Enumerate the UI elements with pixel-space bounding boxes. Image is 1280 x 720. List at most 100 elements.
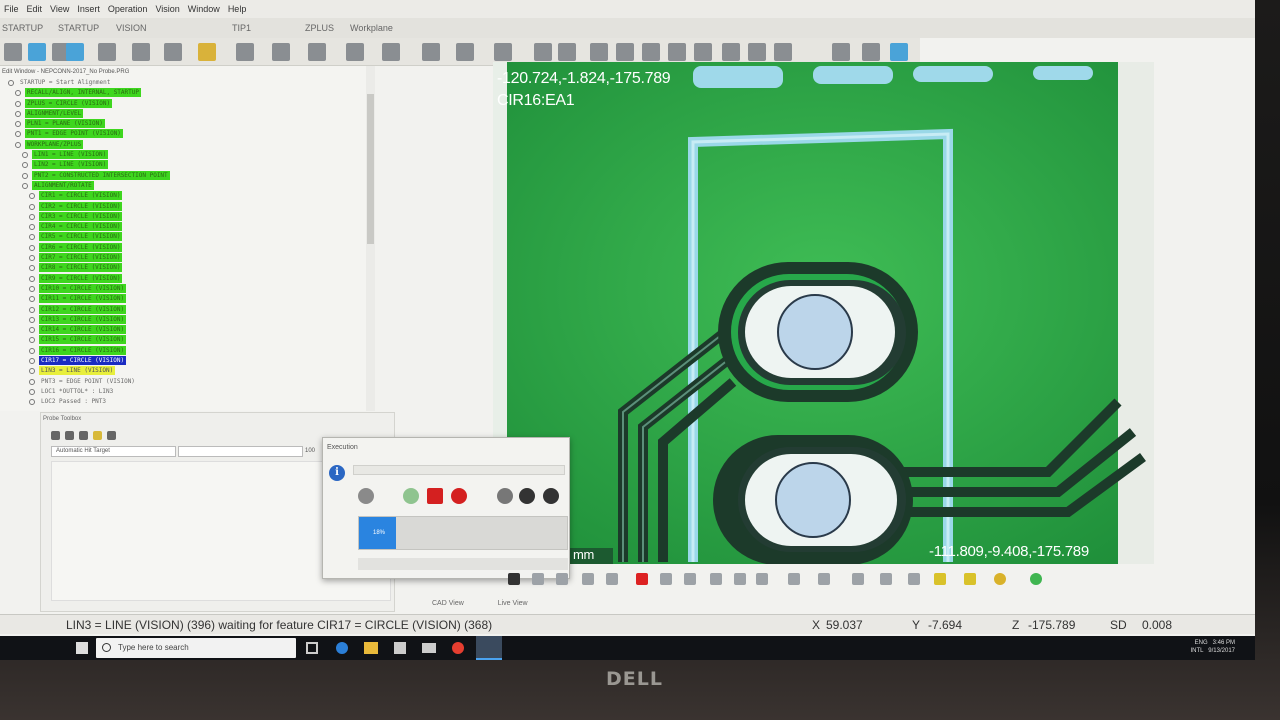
node-icon[interactable] <box>15 141 21 148</box>
continue-button[interactable] <box>403 488 419 504</box>
windows-start-icon[interactable] <box>76 642 88 654</box>
node-icon[interactable] <box>29 368 35 375</box>
probe-icon-2[interactable] <box>65 431 74 440</box>
last-icon[interactable] <box>606 573 618 585</box>
tree-item[interactable]: PNT2 = CONSTRUCTED INTERSECTION POINT <box>0 170 374 181</box>
menu-view[interactable]: View <box>50 4 69 18</box>
node-icon[interactable] <box>29 234 35 241</box>
tree-item[interactable]: LOC1 *OUTTOL* : LIN3 <box>0 387 374 397</box>
stop-button[interactable] <box>427 488 443 504</box>
window-icon[interactable] <box>832 43 850 61</box>
node-icon[interactable] <box>29 347 35 354</box>
rewind-icon[interactable] <box>556 573 568 585</box>
store-icon[interactable] <box>394 642 406 654</box>
move-icon[interactable] <box>98 43 116 61</box>
probe-icon-5[interactable] <box>107 431 116 440</box>
tree-item[interactable]: CIR9 = CIRCLE (VISION) <box>0 273 374 284</box>
focus-icon[interactable] <box>734 573 746 585</box>
taskbar-search[interactable]: Type here to search <box>96 638 296 658</box>
globe-icon[interactable] <box>422 43 440 61</box>
check-icon[interactable] <box>456 43 474 61</box>
tree-item[interactable]: CIR10 = CIRCLE (VISION) <box>0 283 374 294</box>
chart-icon[interactable] <box>748 43 766 61</box>
tab-vision[interactable]: VISION <box>116 23 147 33</box>
skip-button[interactable] <box>497 488 513 504</box>
tree-item[interactable]: LIN2 = LINE (VISION) <box>0 160 374 170</box>
node-icon[interactable] <box>29 296 35 303</box>
scroll-thumb[interactable] <box>367 94 374 244</box>
play-icon[interactable] <box>494 43 512 61</box>
node-icon[interactable] <box>22 182 28 189</box>
node-icon[interactable] <box>29 275 35 282</box>
table-icon[interactable] <box>616 43 634 61</box>
probe-value[interactable]: 100 <box>305 446 319 457</box>
tree-item[interactable]: CIR12 = CIRCLE (VISION) <box>0 304 374 315</box>
light-icon[interactable] <box>756 573 768 585</box>
edge-browser-icon[interactable] <box>336 642 348 654</box>
menu-insert[interactable]: Insert <box>77 4 100 18</box>
node-icon[interactable] <box>29 193 35 200</box>
tree-item[interactable]: CIR13 = CIRCLE (VISION) <box>0 314 374 325</box>
recycle-icon[interactable] <box>358 488 374 504</box>
tree-item[interactable]: CIR15 = CIRCLE (VISION) <box>0 335 374 345</box>
node-icon[interactable] <box>15 121 21 128</box>
node-icon[interactable] <box>29 244 35 251</box>
table2-icon[interactable] <box>642 43 660 61</box>
tree-item[interactable]: ALIGNMENT/ROTATE <box>0 180 374 191</box>
tab-zplus[interactable]: ZPLUS <box>305 23 334 33</box>
tree-item[interactable]: CIR8 = CIRCLE (VISION) <box>0 263 374 273</box>
tree-item[interactable]: CIR5 = CIRCLE (VISION) <box>0 232 374 242</box>
node-icon[interactable] <box>29 224 35 231</box>
tree-item[interactable]: CIR4 = CIRCLE (VISION) <box>0 222 374 232</box>
layout-icon[interactable] <box>862 43 880 61</box>
jump-button[interactable] <box>519 488 535 504</box>
edit-window-scrollbar[interactable] <box>366 66 375 411</box>
plane-icon[interactable] <box>272 43 290 61</box>
calypso-taskbar-icon[interactable] <box>476 636 502 660</box>
forward-icon[interactable] <box>582 573 594 585</box>
node-icon[interactable] <box>15 110 21 117</box>
menu-help[interactable]: Help <box>228 4 247 18</box>
tab-live-view[interactable]: Live View <box>498 600 528 607</box>
target-icon[interactable] <box>710 573 722 585</box>
menu-vision[interactable]: Vision <box>155 4 179 18</box>
tray-time[interactable]: 3:46 PM <box>1213 640 1235 646</box>
menu-file[interactable]: File <box>4 4 19 18</box>
tree-item[interactable]: PNT1 = EDGE POINT (VISION) <box>0 129 374 139</box>
tray-lang[interactable]: ENG <box>1195 640 1208 646</box>
wrench-icon[interactable] <box>774 43 792 61</box>
report-icon[interactable] <box>558 43 576 61</box>
tree-item[interactable]: CIR1 = CIRCLE (VISION) <box>0 191 374 201</box>
tree-item[interactable]: STARTUP = Start Alignment <box>0 78 374 88</box>
tab-workplane[interactable]: Workplane <box>350 23 393 33</box>
tree-item[interactable]: CIR11 = CIRCLE (VISION) <box>0 294 374 304</box>
solid-cube-icon[interactable] <box>66 43 84 61</box>
tree-item[interactable]: CIR16 = CIRCLE (VISION) <box>0 345 374 356</box>
ring-light-icon[interactable] <box>934 573 946 585</box>
tree-item[interactable]: PNT3 = EDGE POINT (VISION) <box>0 377 374 387</box>
node-icon[interactable] <box>29 255 35 262</box>
first-icon[interactable] <box>532 573 544 585</box>
edit-icon[interactable] <box>346 43 364 61</box>
list-icon[interactable] <box>534 43 552 61</box>
node-icon[interactable] <box>29 358 35 365</box>
node-icon[interactable] <box>15 100 21 107</box>
measure-icon[interactable] <box>852 573 864 585</box>
node-icon[interactable] <box>22 162 28 169</box>
probe-icon-1[interactable] <box>51 431 60 440</box>
zoom-fit-icon[interactable] <box>132 43 150 61</box>
tree-item[interactable]: PLN1 = PLANE (VISION) <box>0 119 374 129</box>
camera-icon[interactable] <box>660 573 672 585</box>
tree-item[interactable]: LIN3 = LINE (VISION) <box>0 366 374 376</box>
menu-edit[interactable]: Edit <box>27 4 43 18</box>
node-icon[interactable] <box>29 285 35 292</box>
node-icon[interactable] <box>29 265 35 272</box>
tab-startup-1[interactable]: STARTUP <box>2 23 43 33</box>
node-icon[interactable] <box>29 213 35 220</box>
probe-icon[interactable] <box>198 43 216 61</box>
magnifier-icon[interactable] <box>788 573 800 585</box>
node-icon[interactable] <box>22 172 28 179</box>
probe-secondary-select[interactable] <box>178 446 303 457</box>
tree-item[interactable]: CIR6 = CIRCLE (VISION) <box>0 242 374 253</box>
tree-item[interactable]: CIR14 = CIRCLE (VISION) <box>0 325 374 335</box>
